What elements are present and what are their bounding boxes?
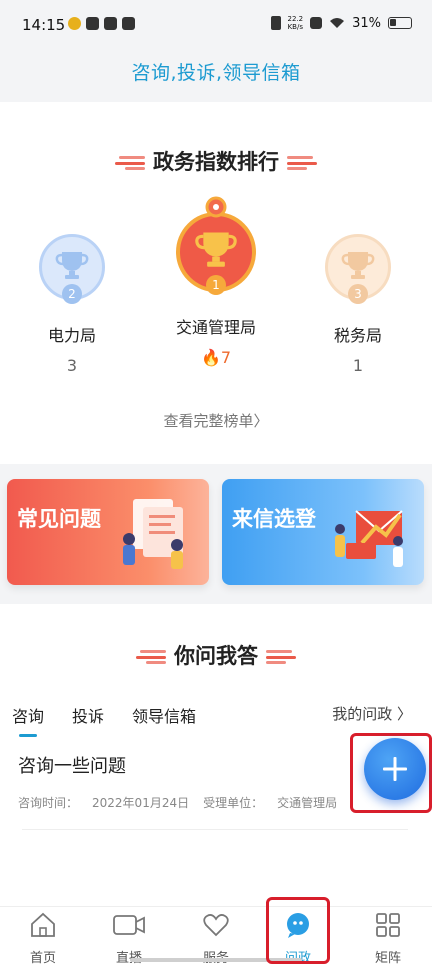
tiktok-icon	[104, 17, 117, 30]
silver-medal-icon: 2	[39, 234, 105, 304]
page-header: 咨询,投诉,领导信箱	[0, 50, 432, 102]
tabbar-item-service[interactable]: 服务	[180, 911, 252, 964]
tab-complaint[interactable]: 投诉	[72, 703, 104, 727]
bulb-icon	[86, 17, 99, 30]
rank-score: 🔥7	[200, 348, 232, 367]
faq-banner[interactable]: 常见问题	[7, 479, 209, 585]
rank-item-2[interactable]: 2 电力局 3	[17, 234, 127, 375]
banner-label: 来信选登	[232, 507, 316, 531]
battery-icon	[388, 17, 412, 29]
vibrate-icon	[270, 16, 281, 30]
qa-tabs: 咨询 投诉 领导信箱 我的问政 〉	[0, 703, 432, 733]
wifi-icon	[330, 18, 345, 28]
my-inquiries-link[interactable]: 我的问政 〉	[332, 703, 412, 724]
status-time: 14:15	[22, 16, 66, 34]
weibo-icon	[68, 17, 81, 30]
chevron-right-icon: 〉	[396, 705, 412, 723]
tabbar-label: 首页	[29, 951, 56, 964]
tabbar-item-home[interactable]: 首页	[7, 911, 79, 964]
rank-score: 3	[66, 356, 78, 375]
fire-icon: 🔥	[200, 348, 221, 367]
question-time: 咨询时间： 2022年01月24日	[18, 796, 190, 810]
net-speed: 22.2 KB/s	[287, 15, 304, 31]
qa-title: 你问我答	[0, 640, 432, 670]
app-icon	[122, 17, 135, 30]
rank-item-3[interactable]: 3 税务局 1	[303, 234, 413, 375]
tabbar-item-matrix[interactable]: 矩阵	[352, 911, 424, 964]
gold-medal-icon: 1	[176, 196, 256, 295]
page-title: 咨询,投诉,领导信箱	[131, 62, 301, 84]
crown-icon	[205, 196, 227, 218]
question-unit: 受理单位： 交通管理局	[203, 796, 338, 810]
rank-name: 电力局	[47, 326, 96, 345]
tab-leader-mailbox[interactable]: 领导信箱	[132, 703, 196, 727]
bronze-medal-icon: 3	[325, 234, 391, 304]
inquiry-tab-highlight	[266, 897, 330, 964]
rank-badge: 3	[348, 284, 368, 304]
title-decoration-left	[115, 156, 145, 170]
rank-badge: 1	[206, 275, 226, 295]
envelope-illustration-icon	[335, 510, 403, 567]
rank-name: 交通管理局	[175, 318, 256, 337]
rank-badge: 2	[62, 284, 82, 304]
heart-icon	[203, 914, 229, 937]
rank-item-1[interactable]: 1 交通管理局 🔥7	[161, 196, 271, 367]
status-bar: 14:15 22.2 KB/s 31%	[0, 0, 432, 50]
letters-banner[interactable]: 来信选登	[222, 479, 424, 585]
home-icon	[31, 912, 55, 937]
video-icon	[113, 915, 145, 935]
tabbar-label: 矩阵	[374, 951, 401, 964]
rank-name: 税务局	[333, 326, 382, 345]
documents-illustration-icon	[123, 499, 183, 569]
bottom-tab-bar: 首页 直播 服务 问政 矩阵	[0, 906, 432, 964]
grid-icon	[376, 913, 400, 937]
banner-label: 常见问题	[17, 507, 101, 531]
tab-consult[interactable]: 咨询	[12, 703, 44, 727]
battery-percent: 31%	[352, 15, 381, 31]
view-full-ranking-link[interactable]: 查看完整榜单〉	[0, 410, 432, 431]
add-question-button[interactable]	[364, 738, 426, 800]
title-decoration-left	[136, 650, 166, 664]
title-decoration-right	[266, 650, 296, 664]
tabbar-item-live[interactable]: 直播	[93, 911, 165, 964]
rank-score: 1	[352, 356, 364, 375]
status-right: 22.2 KB/s 31%	[270, 15, 412, 31]
chevron-right-icon: 〉	[253, 412, 269, 430]
notification-icons	[68, 17, 135, 30]
divider	[22, 829, 408, 830]
ranking-section: 政务指数排行 2 电力局 3 1 交通管理局 🔥7 3 税务局 1 查看完整榜单…	[0, 102, 432, 464]
title-decoration-right	[287, 156, 317, 170]
banner-row: 常见问题 来信选登	[0, 464, 432, 604]
sim-icon	[310, 17, 323, 29]
ranking-title: 政务指数排行	[0, 146, 432, 176]
